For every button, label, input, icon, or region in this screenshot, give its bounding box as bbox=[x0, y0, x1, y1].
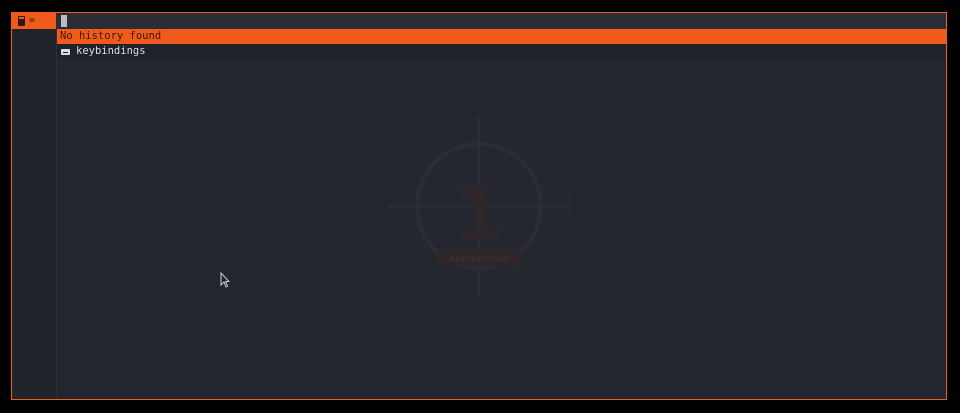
keyboard-icon bbox=[61, 48, 70, 55]
mouse-pointer-icon bbox=[220, 272, 230, 288]
calculator-icon bbox=[18, 16, 25, 26]
sidebar bbox=[12, 13, 57, 399]
results-list: No history found keybindings bbox=[57, 29, 946, 59]
result-item-label: No history found bbox=[60, 30, 162, 42]
watermark-number: 1 bbox=[454, 172, 504, 256]
text-cursor bbox=[61, 15, 67, 27]
watermark-label: Abandonner bbox=[448, 254, 510, 265]
result-item-keybindings[interactable]: keybindings bbox=[57, 44, 946, 59]
prompt-symbol: = bbox=[29, 15, 36, 26]
mode-badge: = bbox=[12, 13, 56, 29]
result-item-label: keybindings bbox=[76, 45, 146, 57]
search-input[interactable] bbox=[57, 13, 946, 29]
watermark-logo: 1 Abandonner bbox=[387, 114, 571, 298]
launcher-window: = No history found keybindings 1 Abandon… bbox=[11, 12, 947, 400]
result-item-no-history[interactable]: No history found bbox=[57, 29, 946, 44]
